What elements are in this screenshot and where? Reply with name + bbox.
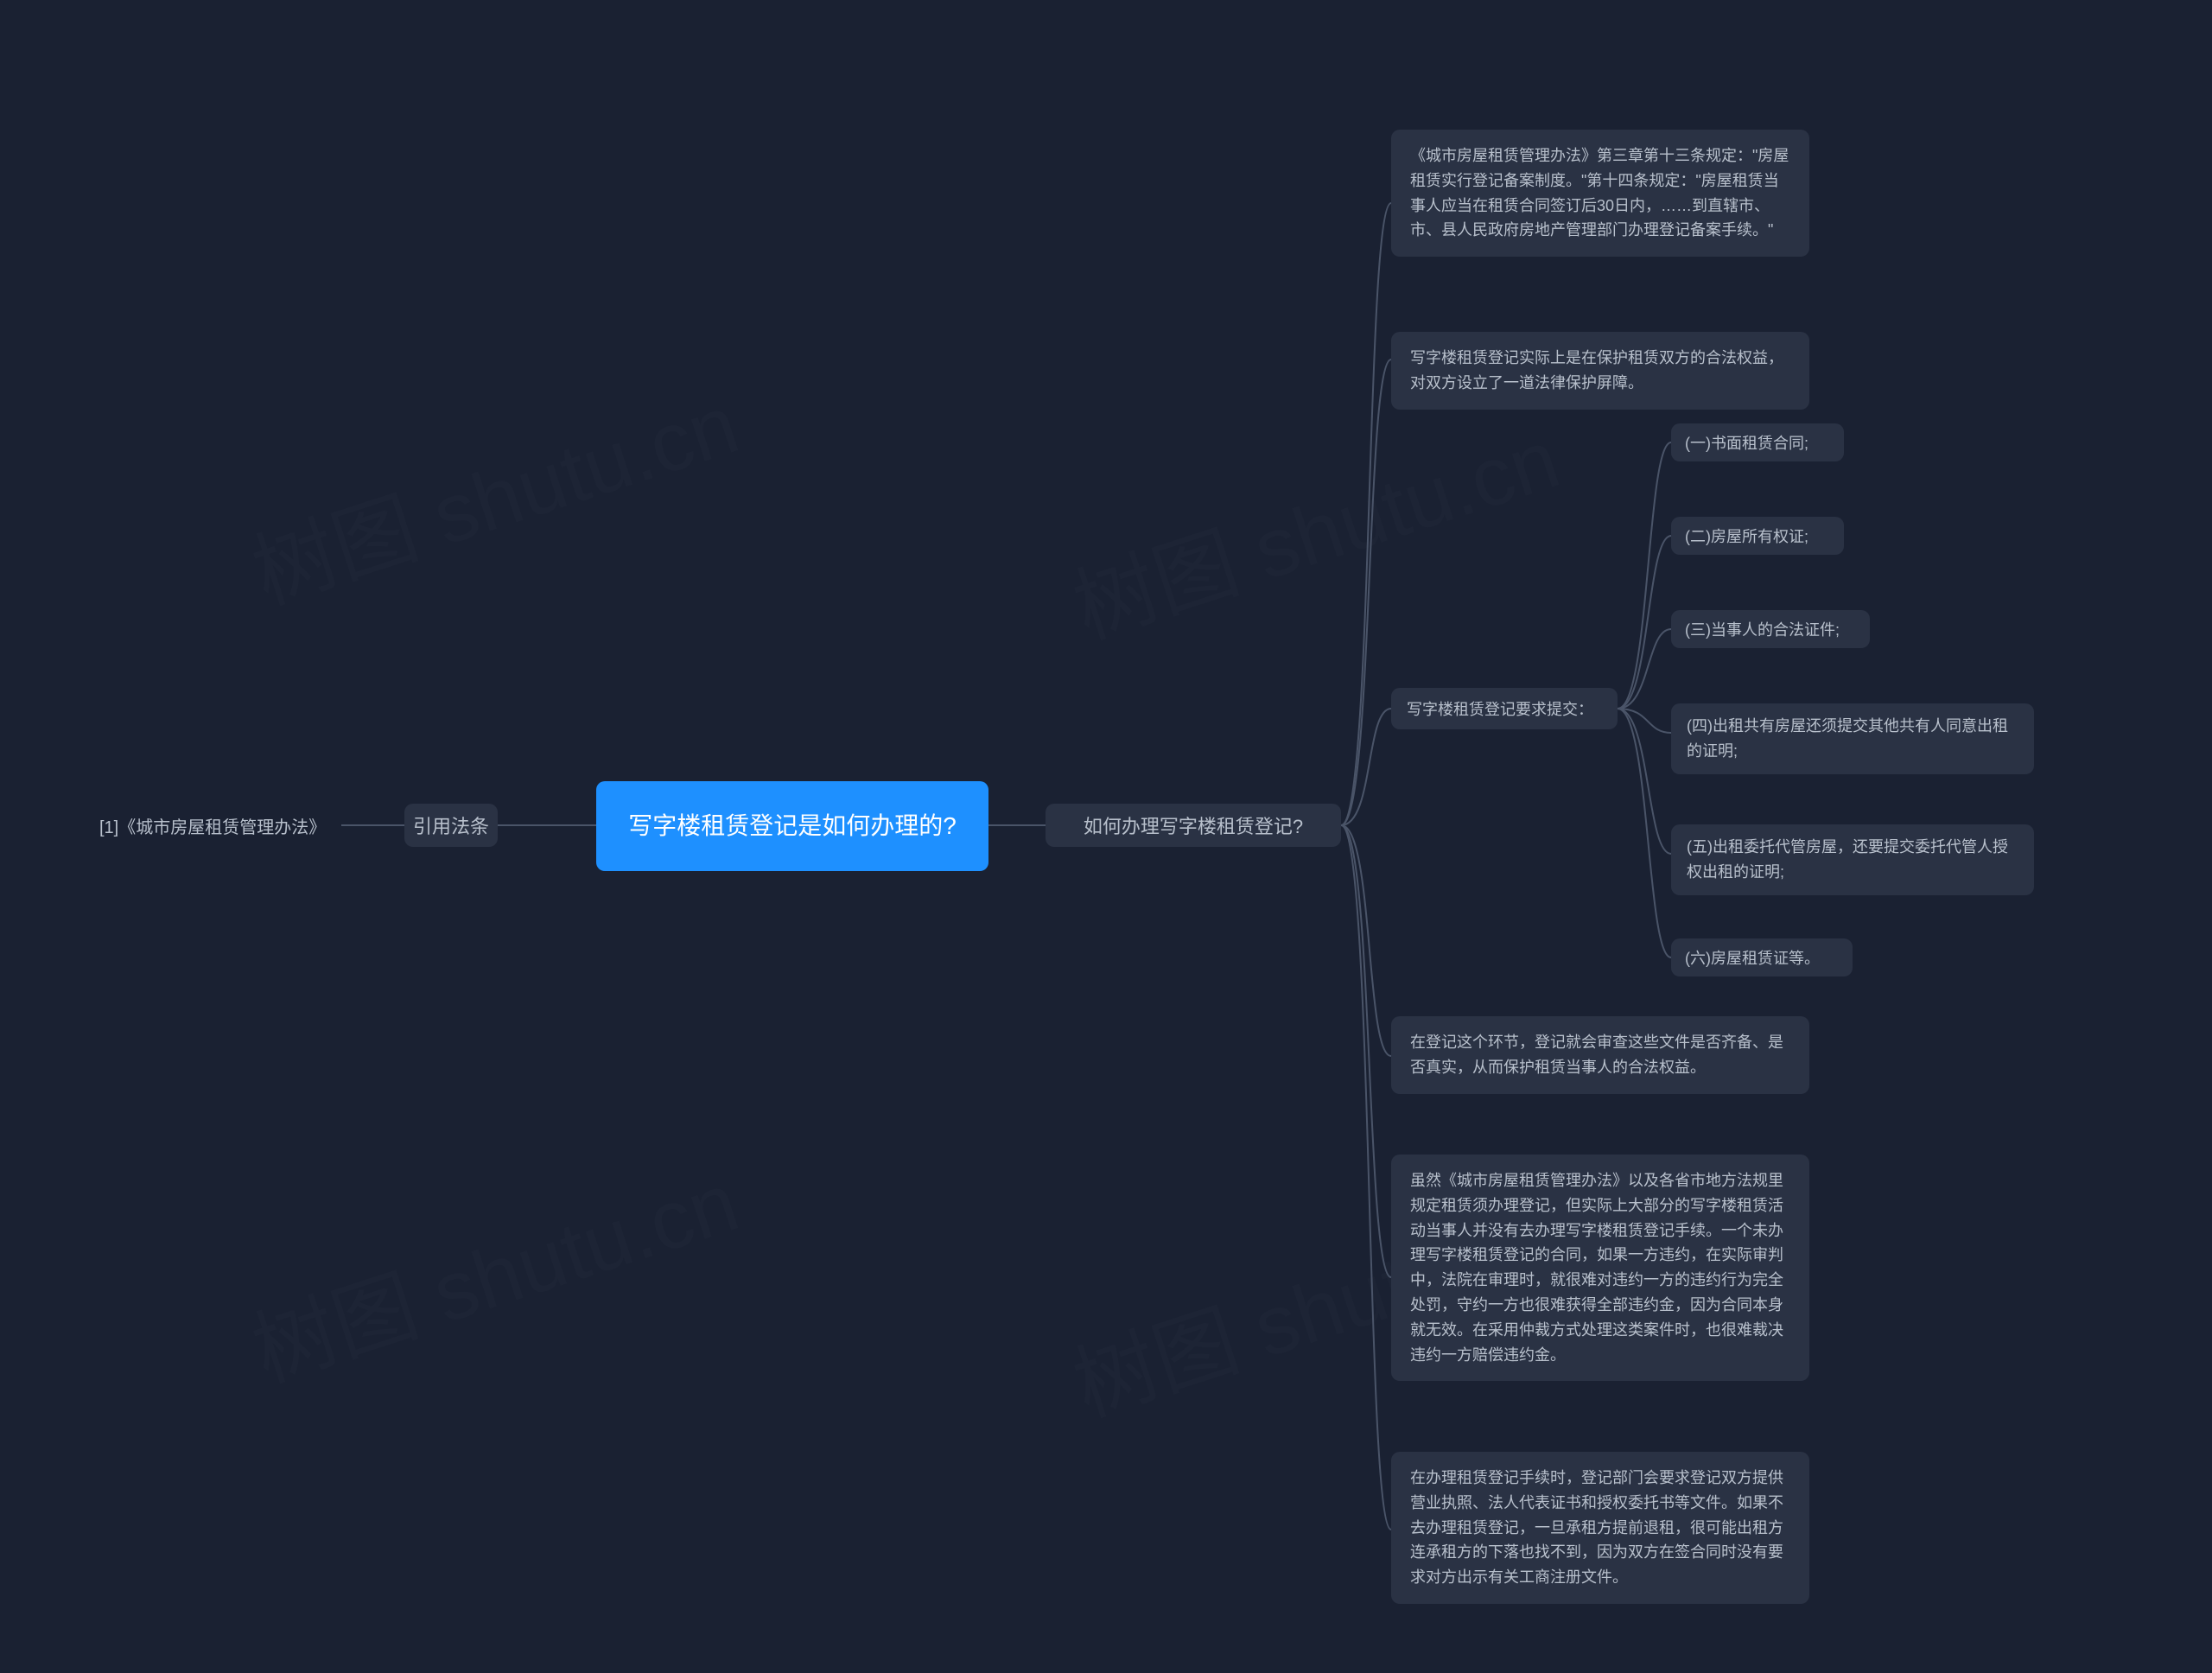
- node-c6-text: 在办理租赁登记手续时，登记部门会要求登记双方提供营业执照、法人代表证书和授权委托…: [1410, 1466, 1790, 1590]
- node-c2[interactable]: 写字楼租赁登记实际上是在保护租赁双方的合法权益，对双方设立了一道法律保护屏障。: [1391, 332, 1809, 410]
- node-c3-i1[interactable]: (一)书面租赁合同;: [1671, 423, 1844, 461]
- node-c3-i2[interactable]: (二)房屋所有权证;: [1671, 517, 1844, 555]
- node-c1[interactable]: 《城市房屋租赁管理办法》第三章第十三条规定："房屋租赁实行登记备案制度。"第十四…: [1391, 130, 1809, 257]
- node-c2-text: 写字楼租赁登记实际上是在保护租赁双方的合法权益，对双方设立了一道法律保护屏障。: [1410, 346, 1790, 396]
- node-c5-text: 虽然《城市房屋租赁管理办法》以及各省市地方法规里规定租赁须办理登记，但实际上大部…: [1410, 1168, 1790, 1367]
- node-c3-i6[interactable]: (六)房屋租赁证等。: [1671, 938, 1853, 976]
- node-c1-text: 《城市房屋租赁管理办法》第三章第十三条规定："房屋租赁实行登记备案制度。"第十四…: [1410, 143, 1790, 243]
- node-c4-text: 在登记这个环节，登记就会审查这些文件是否齐备、是否真实，从而保护租赁当事人的合法…: [1410, 1030, 1790, 1080]
- node-c3-i4[interactable]: (四)出租共有房屋还须提交其他共有人同意出租的证明;: [1671, 703, 2034, 774]
- node-c3-i6-text: (六)房屋租赁证等。: [1685, 946, 1820, 969]
- node-c3-i3[interactable]: (三)当事人的合法证件;: [1671, 610, 1870, 648]
- root-title: 写字楼租赁登记是如何办理的?: [628, 807, 957, 846]
- node-c3-i5[interactable]: (五)出租委托代管房屋，还要提交委托代管人授权出租的证明;: [1671, 824, 2034, 895]
- branch-left-label: 引用法条: [413, 811, 489, 839]
- root-node[interactable]: 写字楼租赁登记是如何办理的?: [596, 781, 988, 871]
- mindmap-canvas: 写字楼租赁登记是如何办理的? 引用法条 [1]《城市房屋租赁管理办法》 如何办理…: [0, 0, 2212, 1673]
- node-c3-i4-text: (四)出租共有房屋还须提交其他共有人同意出租的证明;: [1687, 714, 2018, 764]
- branch-left[interactable]: 引用法条: [404, 804, 498, 847]
- branch-right[interactable]: 如何办理写字楼租赁登记?: [1046, 804, 1341, 847]
- node-c3-label: 写字楼租赁登记要求提交：: [1407, 697, 1593, 720]
- node-c3[interactable]: 写字楼租赁登记要求提交：: [1391, 688, 1618, 729]
- node-c3-i3-text: (三)当事人的合法证件;: [1685, 618, 1840, 640]
- node-c3-i1-text: (一)书面租赁合同;: [1685, 431, 1808, 454]
- node-c3-i5-text: (五)出租委托代管房屋，还要提交委托代管人授权出租的证明;: [1687, 835, 2018, 885]
- node-c4[interactable]: 在登记这个环节，登记就会审查这些文件是否齐备、是否真实，从而保护租赁当事人的合法…: [1391, 1016, 1809, 1094]
- node-c5[interactable]: 虽然《城市房屋租赁管理办法》以及各省市地方法规里规定租赁须办理登记，但实际上大部…: [1391, 1155, 1809, 1381]
- node-c6[interactable]: 在办理租赁登记手续时，登记部门会要求登记双方提供营业执照、法人代表证书和授权委托…: [1391, 1452, 1809, 1604]
- branch-right-label: 如何办理写字楼租赁登记?: [1084, 811, 1303, 839]
- leaf-reference-law-text: [1]《城市房屋租赁管理办法》: [99, 813, 326, 838]
- leaf-reference-law[interactable]: [1]《城市房屋租赁管理办法》: [99, 814, 326, 836]
- node-c3-i2-text: (二)房屋所有权证;: [1685, 525, 1808, 547]
